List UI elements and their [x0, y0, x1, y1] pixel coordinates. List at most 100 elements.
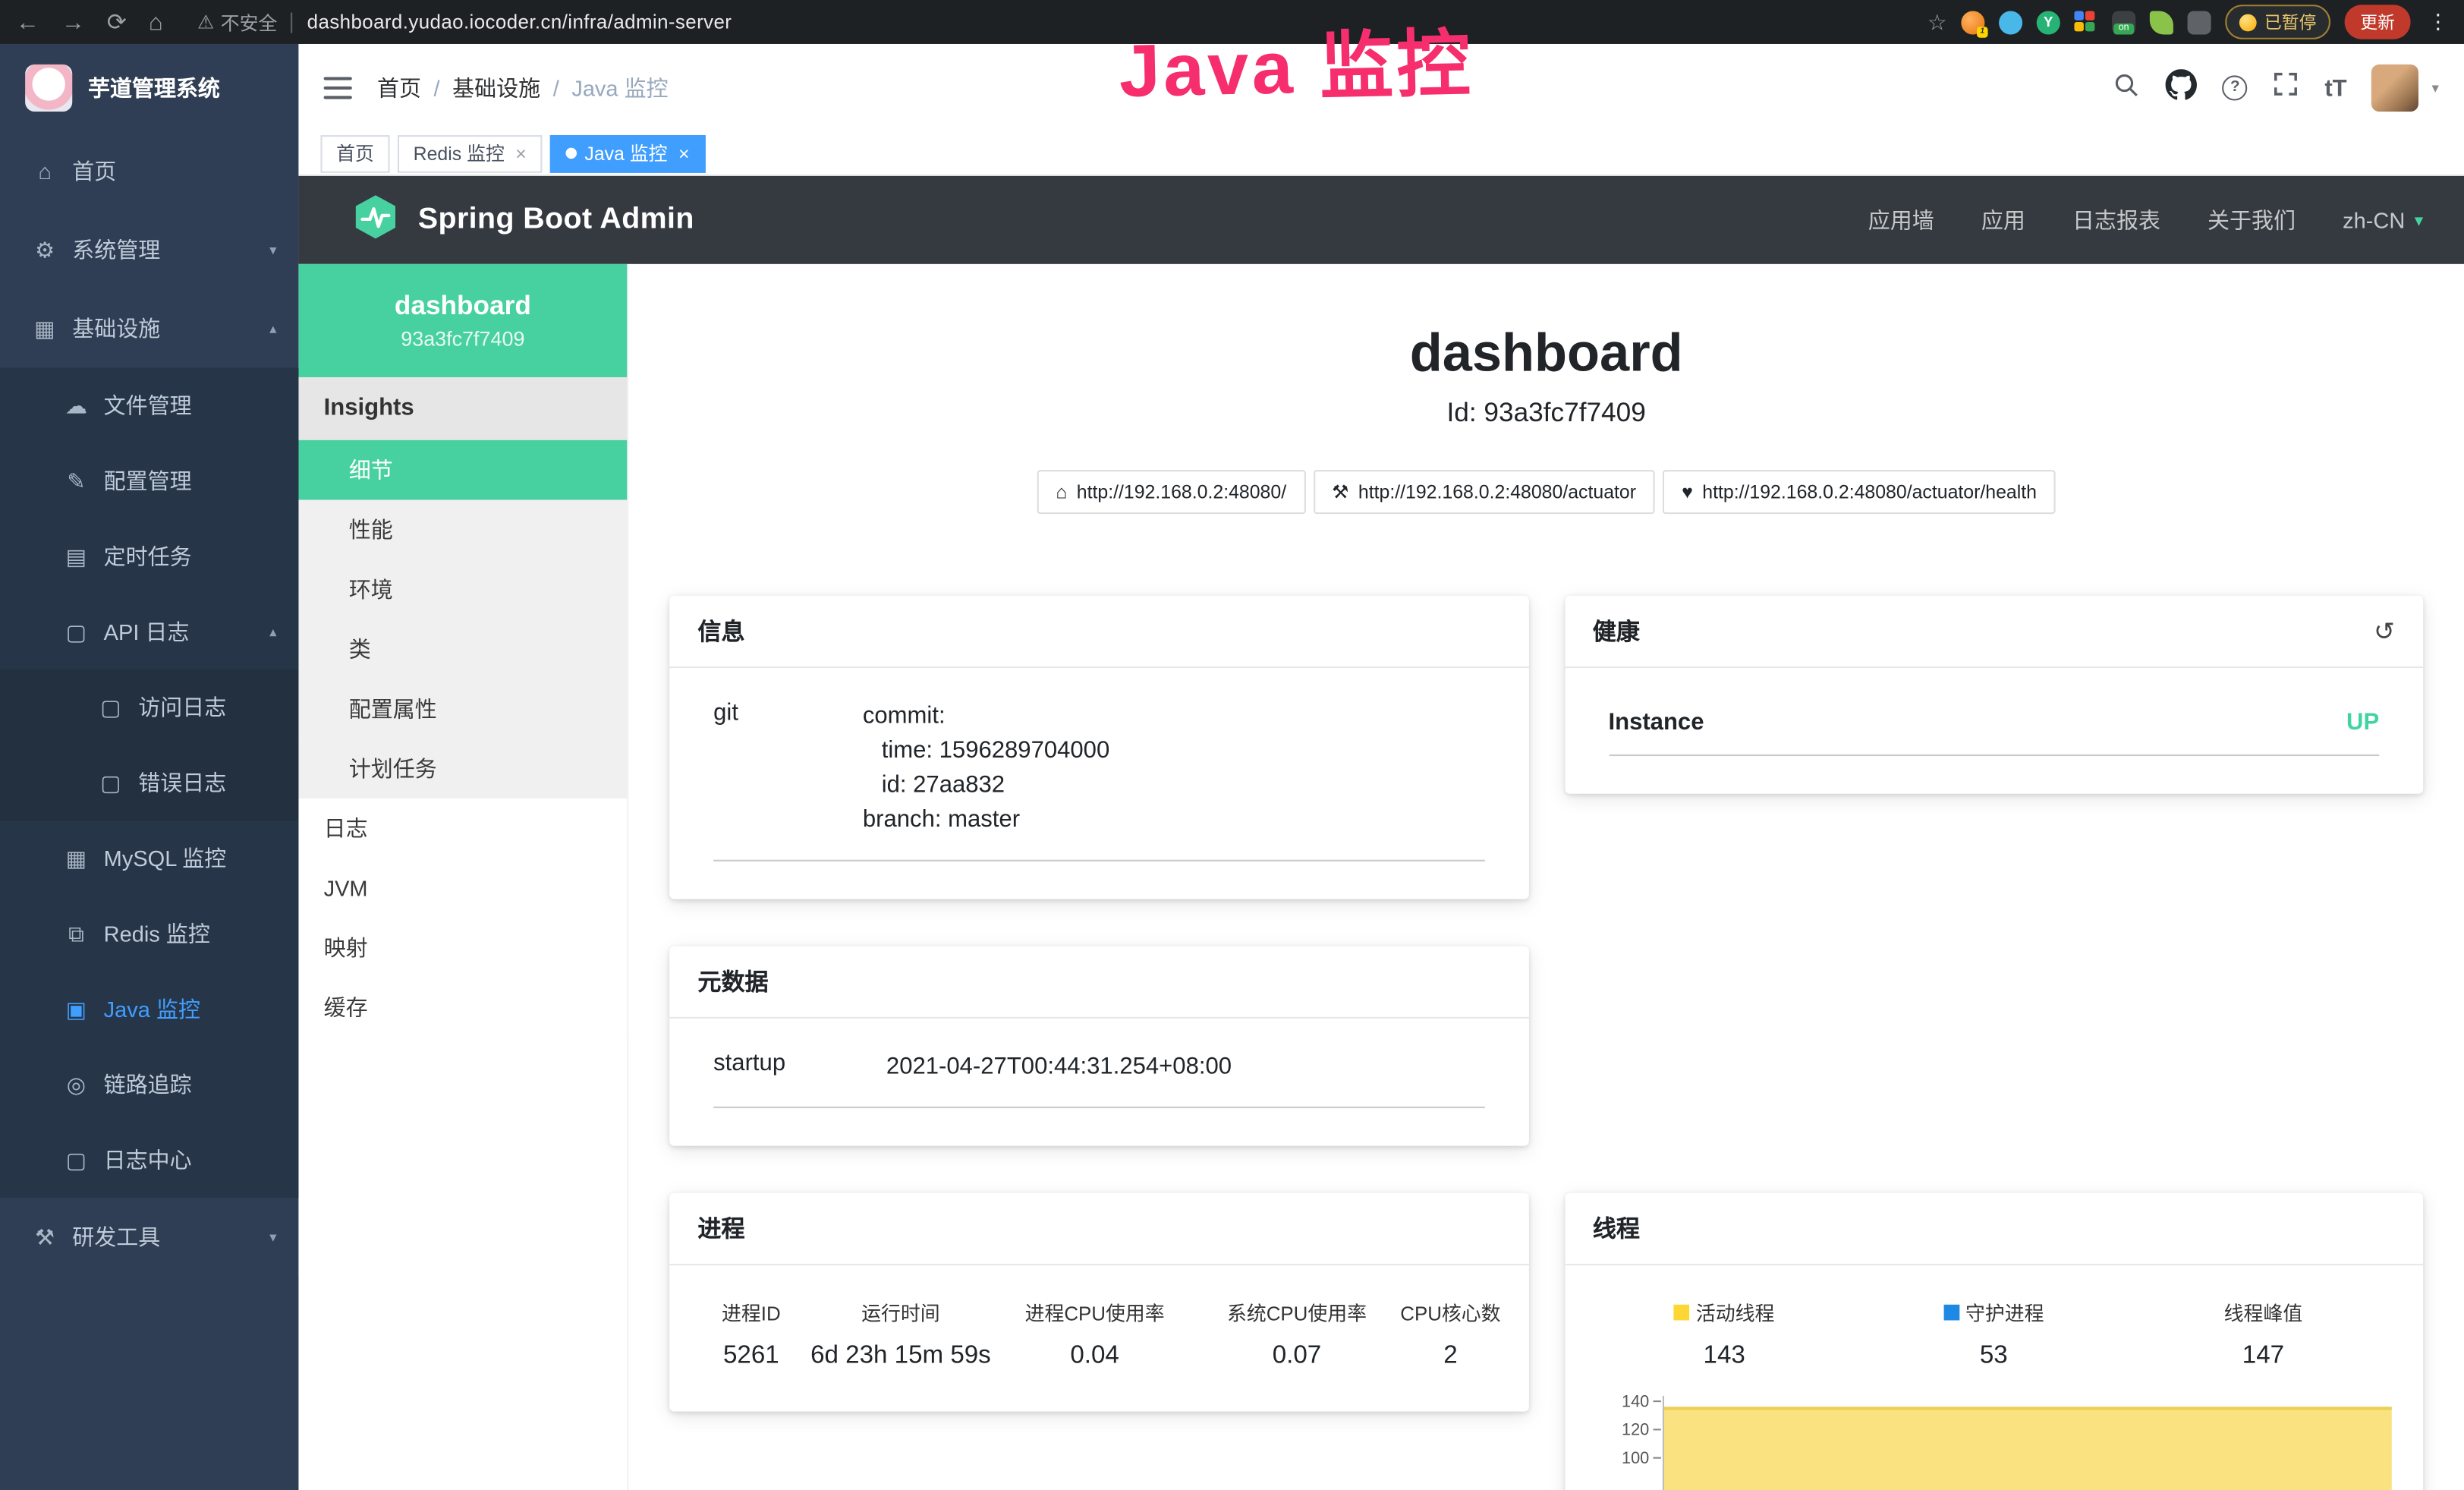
extension-orange-icon[interactable]: 1 [1961, 10, 1984, 33]
reload-icon[interactable]: ⟳ [107, 8, 127, 36]
sidebar-item-system-management[interactable]: ⚙ 系统管理 ▾ [0, 210, 298, 289]
sidebar-item-dev-tools[interactable]: ⚒ 研发工具 ▾ [0, 1198, 298, 1277]
close-icon[interactable]: × [515, 142, 527, 164]
sba-brand[interactable]: Spring Boot Admin [352, 193, 694, 247]
sidebar-item-scheduled-tasks[interactable]: ▤ 定时任务 [0, 518, 298, 594]
breadcrumb-separator: / [553, 75, 559, 100]
address-bar[interactable]: ⚠ 不安全 dashboard.yudao.iocoder.cn/infra/a… [197, 8, 732, 35]
y-tick: 120 [1590, 1421, 1650, 1440]
search-icon[interactable] [2113, 70, 2141, 106]
extension-drop-icon[interactable] [1999, 10, 2022, 33]
sidebar-item-home[interactable]: ⌂ 首页 [0, 132, 298, 211]
sidebar-item-log-center[interactable]: ▢ 日志中心 [0, 1123, 298, 1198]
tab-home[interactable]: 首页 [320, 134, 389, 172]
home-icon[interactable]: ⌂ [149, 8, 163, 35]
bookmark-star-icon[interactable]: ☆ [1927, 8, 1947, 35]
sidebar-item-api-logs[interactable]: ▢ API 日志 ▴ [0, 594, 298, 669]
sba-item-caches[interactable]: 缓存 [298, 978, 627, 1038]
browser-menu-icon[interactable]: ⋮ [2428, 9, 2448, 34]
card-metadata: 元数据 startup 2021-04-27T00:44:31.254+08:0… [669, 947, 1528, 1146]
url-text[interactable]: dashboard.yudao.iocoder.cn/infra/admin-s… [307, 11, 732, 33]
sidebar-item-access-logs[interactable]: ▢ 访问日志 [0, 669, 298, 745]
legend-swatch-daemon [1943, 1304, 1959, 1320]
app-sidebar: 芋道管理系统 ⌂ 首页 ⚙ 系统管理 ▾ ▦ 基础设施 ▴ ☁ 文件管理 ✎ [0, 44, 298, 1490]
font-size-icon[interactable]: tT [2324, 74, 2346, 101]
insights-section-label[interactable]: Insights [298, 377, 627, 440]
breadcrumb-home[interactable]: 首页 [377, 72, 421, 103]
insights-item-details[interactable]: 细节 [298, 440, 627, 500]
sba-item-mappings[interactable]: 映射 [298, 918, 627, 978]
sidebar-item-label: 日志中心 [104, 1145, 192, 1176]
user-avatar[interactable] [2372, 65, 2419, 112]
sidebar-item-label: MySQL 监控 [104, 843, 227, 874]
instance-header[interactable]: dashboard 93a3fc7f7409 [298, 264, 627, 377]
sba-nav-wallboard[interactable]: 应用墙 [1868, 204, 1934, 235]
sba-nav-applications[interactable]: 应用 [1981, 204, 2025, 235]
sidebar-item-file-management[interactable]: ☁ 文件管理 [0, 368, 298, 443]
extension-grid-icon[interactable] [2074, 10, 2097, 33]
grid-icon: ▦ [63, 845, 90, 871]
list-icon: ▤ [63, 543, 90, 569]
heart-icon: ♥ [1682, 481, 1693, 503]
paused-label: 已暂停 [2264, 9, 2316, 34]
layers-icon: ⧉ [63, 920, 90, 947]
sba-item-jvm[interactable]: JVM [298, 858, 627, 918]
extension-on-icon[interactable]: on [2112, 10, 2135, 33]
sidebar-item-redis-monitor[interactable]: ⧉ Redis 监控 [0, 896, 298, 971]
navbar-actions: ? tT ▾ [2113, 65, 2439, 112]
link-health[interactable]: ♥ http://192.168.0.2:48080/actuator/heal… [1663, 470, 2056, 514]
metadata-key: startup [713, 1050, 886, 1085]
security-label: 不安全 [221, 8, 278, 35]
paused-emoji-icon [2239, 14, 2257, 31]
warning-icon: ⚠ [197, 11, 214, 33]
edit-icon: ✎ [63, 468, 90, 494]
locale-selector[interactable]: zh-CN ▾ [2343, 207, 2423, 232]
link-root[interactable]: ⌂ http://192.168.0.2:48080/ [1037, 470, 1304, 514]
breadcrumb-infrastructure[interactable]: 基础设施 [452, 72, 540, 103]
sba-logo-icon [352, 193, 399, 247]
instance-name: dashboard [395, 291, 531, 322]
chevron-down-icon: ▾ [2415, 209, 2423, 230]
help-icon[interactable]: ? [2223, 75, 2248, 100]
history-icon[interactable]: ↺ [2374, 616, 2395, 647]
extensions-puzzle-icon[interactable] [2188, 10, 2211, 33]
insights-item-classes[interactable]: 类 [298, 619, 627, 679]
paused-badge[interactable]: 已暂停 [2225, 5, 2330, 39]
sidebar-item-config-management[interactable]: ✎ 配置管理 [0, 443, 298, 518]
legend-value: 143 [1590, 1342, 1859, 1370]
insights-item-scheduled-tasks[interactable]: 计划任务 [298, 739, 627, 799]
insights-item-config-props[interactable]: 配置属性 [298, 679, 627, 739]
tab-java-monitor[interactable]: Java 监控 × [550, 134, 705, 172]
sidebar-item-java-monitor[interactable]: ▣ Java 监控 [0, 972, 298, 1047]
insights-item-performance[interactable]: 性能 [298, 500, 627, 560]
monitor-icon: ▦ [31, 315, 58, 342]
sba-nav-journal[interactable]: 日志报表 [2072, 204, 2160, 235]
cloud-icon: ☁ [63, 392, 90, 419]
forward-icon[interactable]: → [61, 8, 85, 35]
link-actuator[interactable]: ⚒ http://192.168.0.2:48080/actuator [1313, 470, 1655, 514]
github-icon[interactable] [2166, 68, 2197, 108]
screen-icon: ▣ [63, 996, 90, 1022]
hamburger-icon[interactable] [324, 77, 352, 99]
insights-item-environment[interactable]: 环境 [298, 559, 627, 619]
sba-nav-about[interactable]: 关于我们 [2208, 204, 2296, 235]
sba-item-logs[interactable]: 日志 [298, 799, 627, 858]
close-icon[interactable]: × [678, 142, 690, 164]
update-button[interactable]: 更新 [2345, 5, 2411, 39]
chevron-down-icon: ▾ [269, 241, 276, 259]
tab-redis-monitor[interactable]: Redis 监控 × [398, 134, 543, 172]
info-line: time: 1596289704000 [863, 734, 1109, 769]
sba-brand-name: Spring Boot Admin [418, 203, 694, 238]
fullscreen-icon[interactable] [2273, 71, 2299, 106]
sidebar-item-label: Java 监控 [104, 994, 200, 1025]
sidebar-item-infrastructure[interactable]: ▦ 基础设施 ▴ [0, 289, 298, 368]
sidebar-item-label: 错误日志 [138, 767, 226, 799]
back-icon[interactable]: ← [16, 8, 39, 35]
sidebar-item-mysql-monitor[interactable]: ▦ MySQL 监控 [0, 821, 298, 896]
extension-y-icon[interactable]: Y [2037, 10, 2060, 33]
sidebar-item-tracing[interactable]: ◎ 链路追踪 [0, 1047, 298, 1122]
sidebar-filler [0, 1276, 298, 1490]
sidebar-item-error-logs[interactable]: ▢ 错误日志 [0, 745, 298, 821]
extension-leaf-icon[interactable] [2150, 10, 2173, 33]
document-icon: ▢ [63, 619, 90, 645]
